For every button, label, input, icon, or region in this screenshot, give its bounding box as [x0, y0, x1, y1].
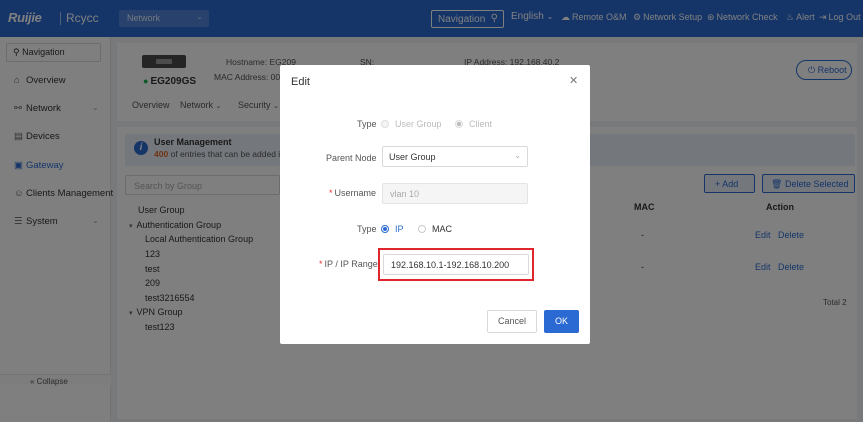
ip-range-input[interactable]: 192.168.10.1-192.168.10.200 — [383, 254, 529, 275]
parent-node-select[interactable]: User Group ⌄ — [382, 146, 528, 167]
radio-mac-label: MAC — [432, 224, 452, 234]
radio-client-label: Client — [469, 119, 493, 129]
radio-ip-label: IP — [395, 224, 404, 234]
radio-user-group[interactable] — [381, 120, 389, 128]
radio-client[interactable] — [455, 120, 463, 128]
edit-dialog: Edit ✕ Type User Group Client Parent Nod… — [280, 65, 590, 344]
type-label: Type — [357, 119, 377, 129]
radio-ip[interactable] — [381, 225, 389, 233]
required-mark: * — [329, 188, 333, 198]
ip-range-label-text: IP / IP Range — [324, 259, 378, 269]
cancel-button[interactable]: Cancel — [487, 310, 537, 333]
radio-mac[interactable] — [418, 225, 426, 233]
parent-node-value: User Group — [389, 152, 436, 162]
chevron-down-icon: ⌄ — [514, 151, 521, 160]
username-label-text: Username — [334, 188, 377, 198]
parent-node-label: Parent Node — [326, 153, 377, 163]
ok-button[interactable]: OK — [544, 310, 579, 333]
username-field: vlan 10 — [382, 183, 528, 204]
username-label: * Username — [329, 188, 376, 198]
dialog-title: Edit — [291, 76, 310, 88]
required-mark: * — [319, 259, 323, 269]
close-icon[interactable]: ✕ — [569, 74, 578, 87]
address-type-label: Type — [357, 224, 377, 234]
ip-range-label: * IP / IP Range — [319, 259, 378, 269]
radio-user-group-label: User Group — [395, 119, 442, 129]
